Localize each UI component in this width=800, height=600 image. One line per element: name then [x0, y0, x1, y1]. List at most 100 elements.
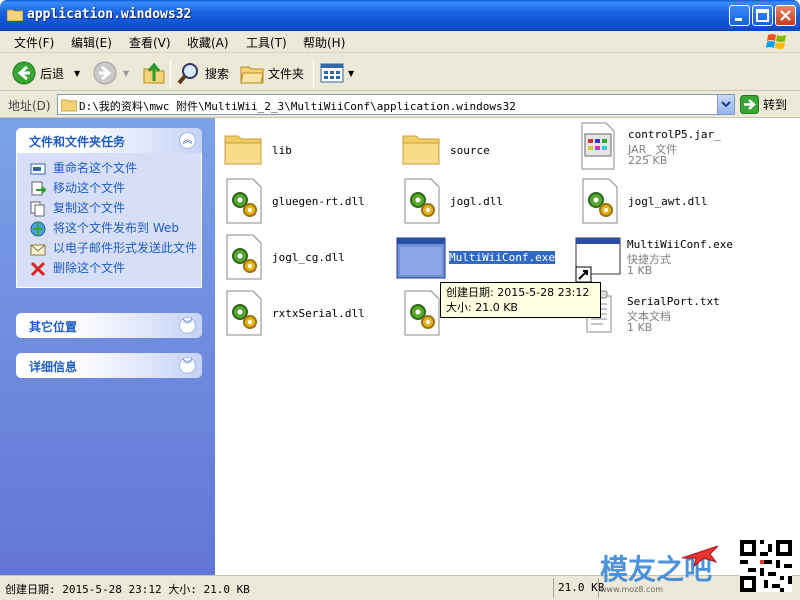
file-size: 1 KB [627, 264, 653, 277]
views-button[interactable]: ▼ [320, 60, 354, 86]
task-delete[interactable]: 删除这个文件 [17, 259, 201, 279]
file-item-multiwiiconf-exe[interactable]: MultiWiiConf.exe [396, 235, 556, 281]
maximize-button[interactable] [752, 5, 773, 26]
back-button[interactable]: 后退 ▼ [12, 60, 80, 86]
windows-logo-icon [766, 34, 786, 49]
airplane-logo-icon [681, 545, 719, 568]
dll-icon [226, 290, 262, 336]
file-item-lib[interactable]: lib [223, 124, 373, 174]
file-item-jogl-awt[interactable]: jogl_awt.dll [581, 178, 741, 228]
watermark-url: www.moz8.com [600, 585, 664, 594]
folder-icon [7, 9, 23, 21]
menu-help[interactable]: 帮助(H) [303, 34, 345, 51]
file-item-controlp5[interactable]: controlP5.jar_ JAR_ 文件 225 KB [578, 122, 778, 176]
file-name: SerialPort.txt [627, 295, 720, 308]
email-icon [30, 244, 46, 256]
file-name: MultiWiiConf.exe [627, 238, 733, 251]
file-tasks-header[interactable]: 文件和文件夹任务 ︽ [16, 128, 202, 153]
file-tasks-box: 文件和文件夹任务 ︽ 重命名这个文件 移动这个文件 复制这个文件 将这个文件发布… [16, 128, 202, 288]
go-button[interactable]: 转到 [740, 95, 787, 114]
menu-bar: 文件(F) 编辑(E) 查看(V) 收藏(A) 工具(T) 帮助(H) [0, 31, 800, 53]
move-icon [31, 181, 46, 196]
dll-icon [404, 178, 440, 224]
folder-icon [61, 99, 77, 112]
minimize-button[interactable] [729, 5, 750, 26]
search-label: 搜索 [205, 66, 230, 81]
address-dropdown-button[interactable] [717, 95, 734, 114]
status-info: 创建日期: 2015-5-28 23:12 大小: 21.0 KB [5, 583, 250, 596]
file-name: gluegen-rt.dll [272, 195, 365, 208]
close-icon [780, 10, 791, 21]
delete-icon [30, 261, 46, 277]
file-size: 225 KB [628, 154, 668, 167]
copy-icon [30, 201, 45, 217]
menu-edit[interactable]: 编辑(E) [71, 34, 112, 51]
expand-icon[interactable]: ︾ [179, 357, 196, 374]
file-name: jogl_cg.dll [272, 251, 345, 264]
views-dropdown-icon[interactable]: ▼ [348, 69, 354, 78]
address-field[interactable]: D:\我的资料\mwc 附件\MultiWii_2_3\MultiWiiConf… [57, 94, 735, 115]
task-copy[interactable]: 复制这个文件 [17, 199, 201, 219]
file-name: controlP5.jar_ [628, 128, 721, 141]
dll-icon [226, 178, 262, 224]
file-name: jogl.dll [450, 195, 503, 208]
file-tooltip: 创建日期: 2015-5-28 23:12 大小: 21.0 KB [440, 282, 601, 318]
folders-button[interactable]: 文件夹 [240, 60, 304, 86]
menu-favorites[interactable]: 收藏(A) [187, 34, 229, 51]
task-label: 删除这个文件 [53, 261, 126, 275]
publish-web-icon [30, 221, 46, 237]
task-email[interactable]: 以电子邮件形式发送此文件 [17, 239, 201, 259]
title-bar[interactable]: application.windows32 [0, 0, 800, 31]
toolbar: 后退 ▼ ▼ 搜索 文件夹 ▼ [0, 53, 800, 91]
task-label: 复制这个文件 [53, 201, 126, 215]
other-places-title: 其它位置 [29, 320, 78, 334]
back-label: 后退 [40, 66, 65, 81]
menu-tools[interactable]: 工具(T) [246, 34, 287, 51]
file-item-source[interactable]: source [401, 124, 551, 174]
maximize-icon [756, 9, 769, 22]
rename-icon [30, 163, 46, 175]
search-button[interactable]: 搜索 [177, 60, 229, 86]
chevron-down-icon [721, 101, 731, 108]
expand-icon[interactable]: ︾ [179, 317, 196, 334]
file-name: source [450, 144, 490, 157]
forward-dropdown-icon[interactable]: ▼ [123, 69, 129, 78]
file-item-serialport-txt[interactable]: SerialPort.txt 文本文档 1 KB [581, 288, 781, 338]
forward-arrow-icon [93, 61, 117, 85]
file-item-gluegen[interactable]: gluegen-rt.dll [225, 178, 375, 228]
dll-icon [582, 178, 618, 224]
file-list-view[interactable]: lib source controlP5.jar_ JAR_ 文件 225 KB… [215, 118, 800, 575]
file-size: 1 KB [627, 321, 653, 334]
details-header[interactable]: 详细信息 ︾ [16, 353, 202, 378]
file-item-jogl[interactable]: jogl.dll [403, 178, 553, 228]
go-label: 转到 [763, 98, 788, 112]
file-item-rxtxserial[interactable]: rxtxSerial.dll [225, 290, 375, 340]
views-icon [320, 63, 344, 83]
back-dropdown-icon[interactable]: ▼ [74, 69, 80, 78]
task-pane: 文件和文件夹任务 ︽ 重命名这个文件 移动这个文件 复制这个文件 将这个文件发布… [0, 118, 215, 575]
task-rename[interactable]: 重命名这个文件 [17, 159, 201, 179]
tooltip-size: 大小: 21.0 KB [446, 301, 518, 314]
qr-code-icon [740, 540, 792, 592]
file-item-multiwiiconf-shortcut[interactable]: MultiWiiConf.exe 快捷方式 1 KB [575, 235, 775, 285]
task-publish-web[interactable]: 将这个文件发布到 Web [17, 219, 201, 239]
details-title: 详细信息 [29, 360, 78, 374]
search-icon [177, 63, 198, 85]
folder-icon [224, 135, 262, 165]
other-places-box: 其它位置 ︾ [16, 313, 202, 338]
collapse-icon[interactable]: ︽ [179, 132, 196, 149]
folders-label: 文件夹 [268, 66, 305, 81]
menu-view[interactable]: 查看(V) [129, 34, 171, 51]
close-button[interactable] [775, 5, 796, 26]
other-places-header[interactable]: 其它位置 ︾ [16, 313, 202, 338]
file-name: MultiWiiConf.exe [449, 251, 555, 264]
file-item-jogl-cg[interactable]: jogl_cg.dll [225, 234, 375, 284]
address-path[interactable]: D:\我的资料\mwc 附件\MultiWii_2_3\MultiWiiConf… [79, 98, 516, 114]
up-folder-button[interactable] [143, 60, 165, 86]
task-move[interactable]: 移动这个文件 [17, 179, 201, 199]
folders-icon [240, 66, 264, 84]
file-tasks-list: 重命名这个文件 移动这个文件 复制这个文件 将这个文件发布到 Web 以电子邮件… [16, 153, 202, 288]
forward-button[interactable]: ▼ [93, 60, 129, 86]
menu-file[interactable]: 文件(F) [14, 34, 54, 51]
minimize-icon [735, 18, 742, 21]
